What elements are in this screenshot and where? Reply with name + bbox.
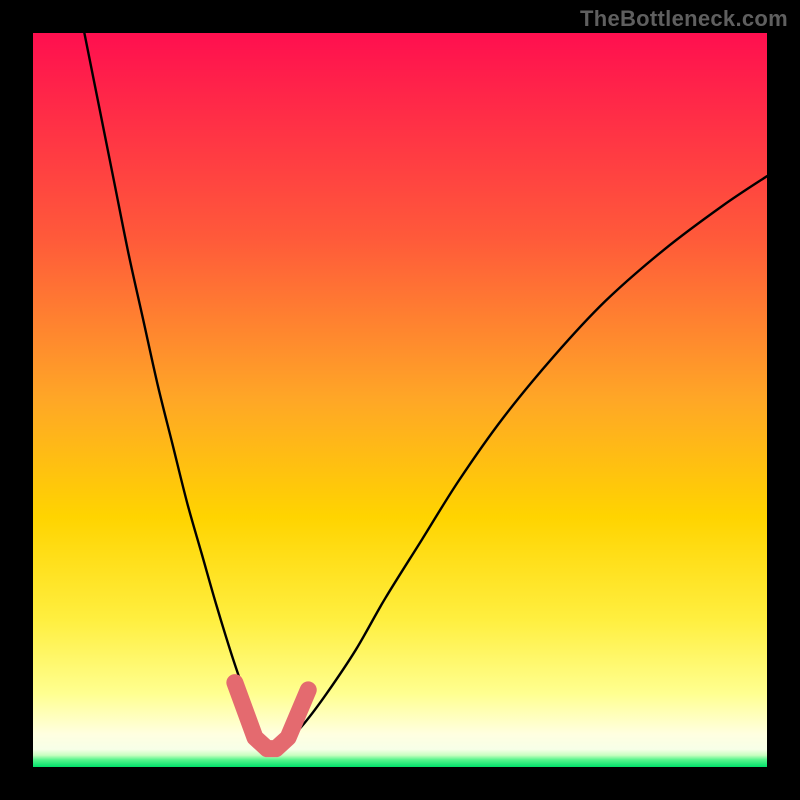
watermark-text: TheBottleneck.com: [580, 6, 788, 32]
chart-container: { "watermark": "TheBottleneck.com", "col…: [0, 0, 800, 800]
plot-area: [33, 33, 767, 767]
bottleneck-chart: [0, 0, 800, 800]
